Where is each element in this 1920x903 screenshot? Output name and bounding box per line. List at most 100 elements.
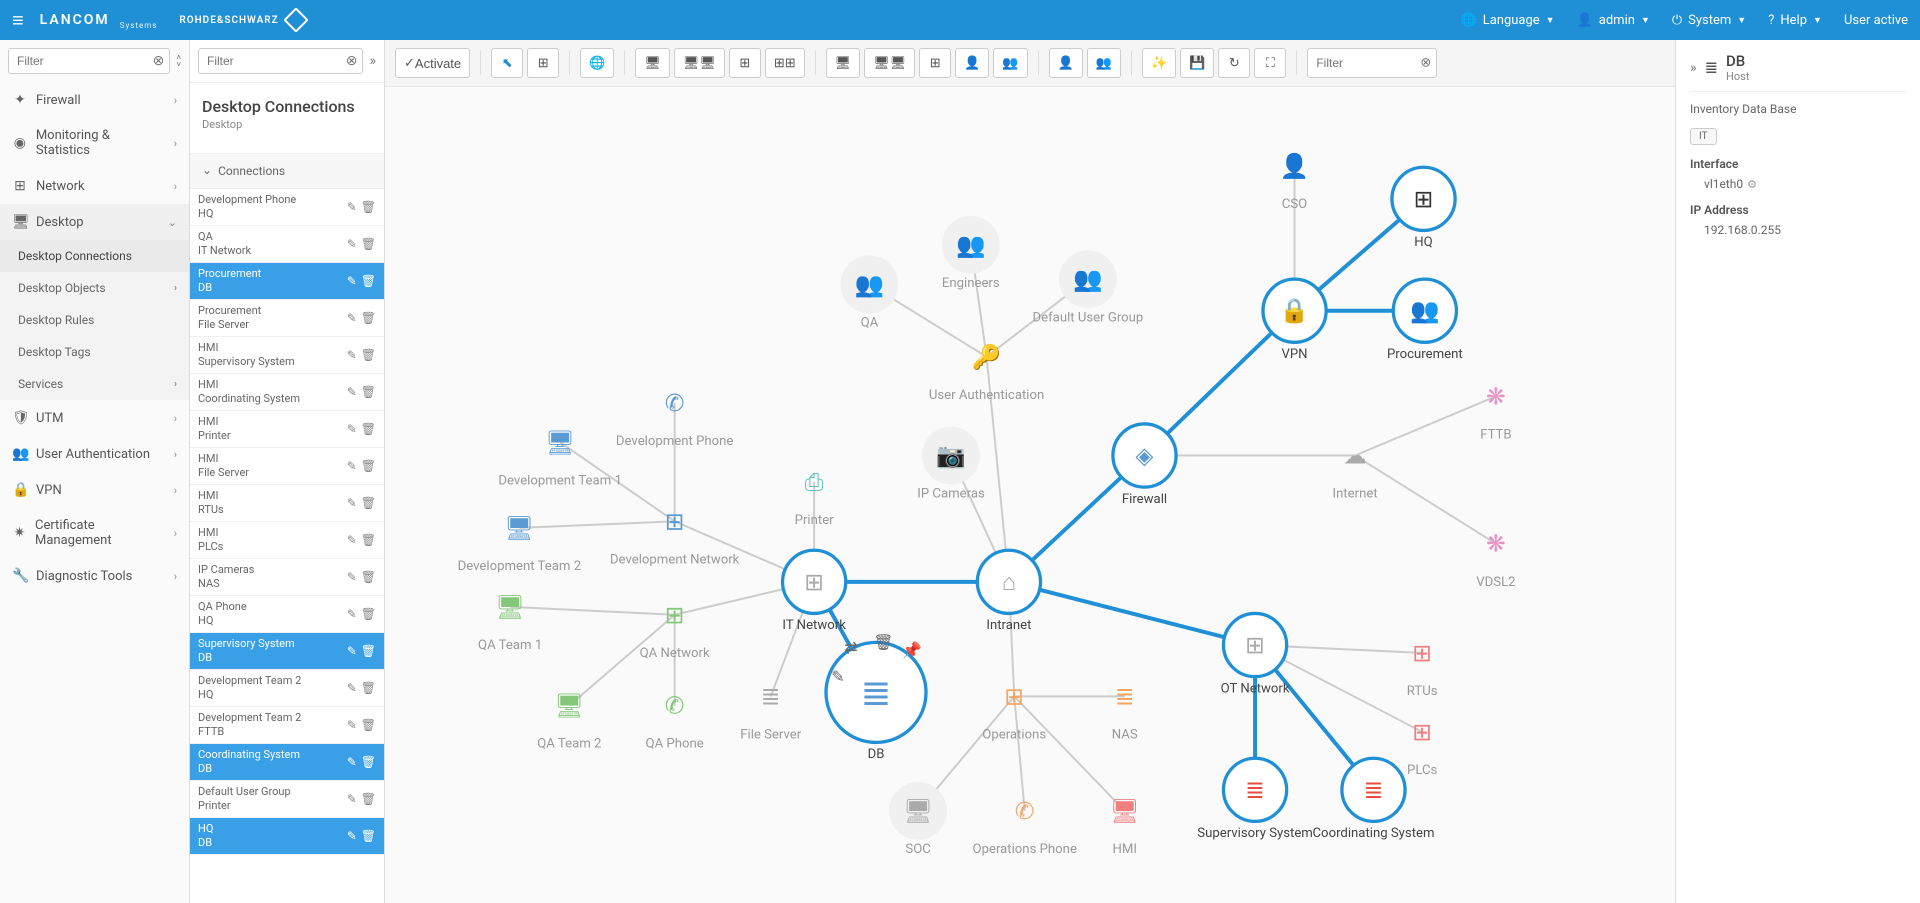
connections-section-header[interactable]: Connections bbox=[190, 153, 384, 189]
delete-icon[interactable]: 🗑 bbox=[361, 237, 376, 251]
details-collapse-icon[interactable]: » bbox=[1690, 60, 1697, 76]
vpn-hosts-button[interactable]: 🖥🖥 bbox=[864, 48, 915, 78]
delete-icon[interactable]: 🗑 bbox=[361, 496, 376, 510]
canvas-filter-clear-icon[interactable]: ⊗ bbox=[1420, 56, 1431, 71]
vpn-network-button[interactable]: ⊞ bbox=[919, 48, 951, 78]
delete-icon[interactable]: 🗑 bbox=[361, 681, 376, 695]
interface-gear-icon[interactable]: ⚙ bbox=[1747, 178, 1757, 191]
connection-item[interactable]: ProcurementFile Server✎🗑 bbox=[190, 300, 384, 337]
edit-icon[interactable]: ✎ bbox=[347, 311, 357, 325]
help-menu[interactable]: ?Help▼ bbox=[1768, 13, 1822, 28]
topology-node-qa_t2[interactable]: 🖥QA Team 2 bbox=[537, 692, 601, 752]
connection-item[interactable]: HMIRTUs✎🗑 bbox=[190, 485, 384, 522]
topology-node-file_srv[interactable]: ≣File Server bbox=[740, 682, 802, 742]
sidebar-item-utm[interactable]: 🛡UTM› bbox=[0, 400, 189, 436]
topology-node-engineers[interactable]: 👥Engineers bbox=[942, 216, 1000, 291]
fit-screen-button[interactable]: ⛶ bbox=[1254, 48, 1286, 78]
topology-node-procurement[interactable]: 👥Procurement bbox=[1387, 279, 1463, 362]
sidebar-subitem-desktop-tags[interactable]: Desktop Tags bbox=[0, 336, 189, 368]
activate-button[interactable]: ✓ Activate bbox=[395, 48, 470, 78]
hosts-object-button[interactable]: 🖥🖥 bbox=[674, 48, 725, 78]
topology-node-dev_t1[interactable]: 🖥Development Team 1 bbox=[498, 428, 622, 488]
delete-icon[interactable]: 🗑 bbox=[361, 718, 376, 732]
edit-icon[interactable]: ✎ bbox=[347, 570, 357, 584]
vpn-user-button[interactable]: 👤 bbox=[955, 48, 989, 78]
topology-tool[interactable]: ⊞ bbox=[527, 48, 559, 78]
vpn-users-button[interactable]: 👥 bbox=[993, 48, 1027, 78]
connections-filter-input[interactable] bbox=[198, 48, 363, 74]
connection-item[interactable]: ProcurementDB✎🗑 bbox=[190, 263, 384, 300]
edit-icon[interactable]: ✎ bbox=[347, 237, 357, 251]
topology-edge[interactable] bbox=[1014, 696, 1125, 811]
network-object-button[interactable]: ⊞ bbox=[729, 48, 761, 78]
sidebar-item-user-authentication[interactable]: 👥User Authentication› bbox=[0, 436, 189, 472]
sidebar-filter-clear-icon[interactable]: ⊗ bbox=[153, 53, 165, 69]
connection-item[interactable]: HMIPLCs✎🗑 bbox=[190, 522, 384, 559]
topology-edge[interactable] bbox=[1014, 696, 1025, 811]
edit-icon[interactable]: ✎ bbox=[347, 459, 357, 473]
connection-item[interactable]: Coordinating SystemDB✎🗑 bbox=[190, 744, 384, 781]
delete-icon[interactable]: 🗑 bbox=[361, 570, 376, 584]
users-button[interactable]: 👥 bbox=[1087, 48, 1121, 78]
menu-button[interactable]: ≡ bbox=[12, 8, 24, 33]
details-tag[interactable]: IT bbox=[1690, 128, 1717, 145]
edit-icon[interactable]: ✎ bbox=[347, 607, 357, 621]
edit-icon[interactable]: ✎ bbox=[347, 829, 357, 843]
connection-item[interactable]: Development PhoneHQ✎🗑 bbox=[190, 189, 384, 226]
sidebar-filter-input[interactable] bbox=[8, 48, 170, 74]
connection-item[interactable]: Development Team 2FTTB✎🗑 bbox=[190, 707, 384, 744]
topology-edge[interactable] bbox=[519, 521, 674, 528]
edit-icon[interactable]: ✎ bbox=[347, 755, 357, 769]
topology-node-dev_t2[interactable]: 🖥Development Team 2 bbox=[458, 514, 582, 574]
connection-item[interactable]: HMISupervisory System✎🗑 bbox=[190, 337, 384, 374]
save-button[interactable]: 💾 bbox=[1180, 48, 1214, 78]
sidebar-subitem-desktop-rules[interactable]: Desktop Rules bbox=[0, 304, 189, 336]
edit-icon[interactable]: ✎ bbox=[347, 792, 357, 806]
connection-item[interactable]: Supervisory SystemDB✎🗑 bbox=[190, 633, 384, 670]
delete-icon[interactable]: 🗑 bbox=[361, 829, 376, 843]
delete-icon[interactable]: 🗑 bbox=[361, 274, 376, 288]
db-connect-icon[interactable]: ⇄ bbox=[844, 638, 857, 657]
topology-edge[interactable] bbox=[510, 607, 675, 615]
db-pin-icon[interactable]: 📌 bbox=[902, 641, 922, 660]
edit-icon[interactable]: ✎ bbox=[347, 681, 357, 695]
delete-icon[interactable]: 🗑 bbox=[361, 533, 376, 547]
topology-node-user_auth[interactable]: 🔑User Authentication bbox=[929, 342, 1044, 403]
connection-item[interactable]: Development Team 2HQ✎🗑 bbox=[190, 670, 384, 707]
connection-item[interactable]: HQDB✎🗑 bbox=[190, 818, 384, 855]
topology-node-it_net[interactable]: ⊞IT Network bbox=[782, 550, 846, 633]
edit-icon[interactable]: ✎ bbox=[347, 348, 357, 362]
topology-node-internet[interactable]: ☁Internet bbox=[1333, 442, 1378, 502]
connection-item[interactable]: HMIPrinter✎🗑 bbox=[190, 411, 384, 448]
edit-icon[interactable]: ✎ bbox=[347, 422, 357, 436]
sidebar-item-network[interactable]: ⊞Network› bbox=[0, 168, 189, 204]
connections-filter-clear-icon[interactable]: ⊗ bbox=[346, 53, 358, 69]
delete-icon[interactable]: 🗑 bbox=[361, 755, 376, 769]
language-menu[interactable]: 🌐Language▼ bbox=[1461, 13, 1555, 28]
topology-canvas[interactable]: ✆Development Phone🖥Development Team 1🖥De… bbox=[385, 87, 1675, 903]
edit-icon[interactable]: ✎ bbox=[347, 644, 357, 658]
system-menu[interactable]: ⏻System▼ bbox=[1672, 13, 1746, 28]
connection-item[interactable]: HMIFile Server✎🗑 bbox=[190, 448, 384, 485]
sidebar-item-diagnostic-tools[interactable]: 🔧Diagnostic Tools› bbox=[0, 558, 189, 594]
topology-node-vdsl2[interactable]: ❋VDSL2 bbox=[1476, 530, 1515, 590]
connection-item[interactable]: Default User GroupPrinter✎🗑 bbox=[190, 781, 384, 818]
connections-collapse-icon[interactable]: » bbox=[369, 53, 376, 69]
topology-node-intranet[interactable]: ⌂Intranet bbox=[977, 550, 1040, 633]
user-button[interactable]: 👤 bbox=[1049, 48, 1083, 78]
db-delete-icon[interactable]: 🗑 bbox=[873, 633, 893, 652]
topology-node-dev_net[interactable]: ⊞Development Network bbox=[610, 507, 740, 567]
sidebar-item-vpn[interactable]: 🔒VPN› bbox=[0, 472, 189, 508]
topology-node-ops_phone[interactable]: ✆Operations Phone bbox=[973, 797, 1077, 857]
connection-item[interactable]: QAIT Network✎🗑 bbox=[190, 226, 384, 263]
reload-button[interactable]: ↻ bbox=[1218, 48, 1250, 78]
topology-node-vpn[interactable]: 🔒VPN bbox=[1263, 279, 1326, 362]
topology-node-db[interactable]: ≣DB bbox=[826, 642, 926, 762]
topology-node-def_grp[interactable]: 👥Default User Group bbox=[1032, 250, 1143, 325]
topology-node-operations[interactable]: ⊞Operations bbox=[982, 682, 1046, 742]
connection-item[interactable]: HMICoordinating System✎🗑 bbox=[190, 374, 384, 411]
sidebar-subitem-services[interactable]: Services› bbox=[0, 368, 189, 400]
edit-icon[interactable]: ✎ bbox=[347, 385, 357, 399]
sidebar-subitem-desktop-objects[interactable]: Desktop Objects› bbox=[0, 272, 189, 304]
sidebar-item-monitoring-statistics[interactable]: ◉Monitoring & Statistics› bbox=[0, 118, 189, 168]
